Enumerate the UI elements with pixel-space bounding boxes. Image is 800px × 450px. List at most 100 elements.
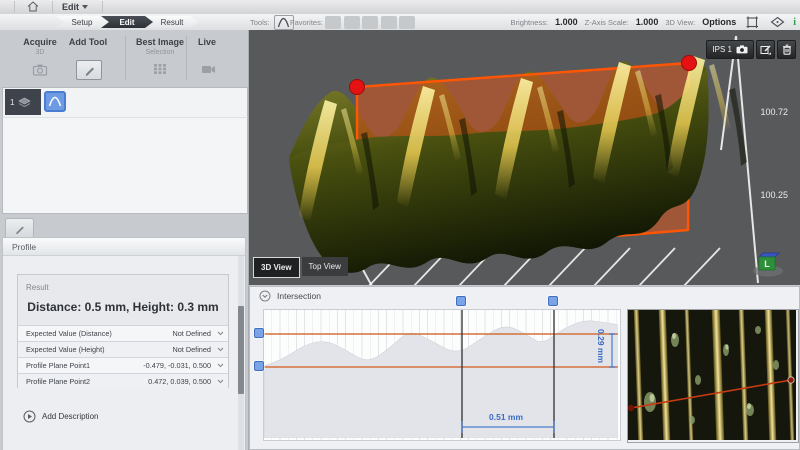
level-handle-bottom[interactable] xyxy=(254,361,264,371)
profile-curve-icon xyxy=(277,17,290,28)
expand-circle-icon xyxy=(23,410,36,423)
favorites-group: Favorites: xyxy=(290,15,415,29)
fit-view-button[interactable] xyxy=(743,15,761,29)
intersection-header[interactable]: Intersection xyxy=(250,287,799,304)
tab-result[interactable]: Result xyxy=(146,16,198,28)
acquire-button[interactable] xyxy=(28,60,52,78)
workflow-tabs: Setup Edit Result xyxy=(56,16,198,28)
view-top-button[interactable]: Top View xyxy=(302,257,348,276)
dataset-item-1[interactable]: 1 xyxy=(5,89,41,115)
crop-frame-icon xyxy=(745,15,759,29)
profile-panel: Profile Result Distance: 0.5 mm, Height:… xyxy=(2,237,246,450)
orientation-cube[interactable]: L xyxy=(748,248,788,283)
brightness-label: Brightness: xyxy=(511,18,549,27)
tab-setup[interactable]: Setup xyxy=(56,16,108,28)
cursor-handle-left[interactable] xyxy=(456,296,466,306)
snapshot-toolbar: IPS 1 xyxy=(706,40,796,59)
best-image-button[interactable] xyxy=(148,60,172,78)
scrollbar-track[interactable] xyxy=(238,256,244,450)
chevron-down-icon[interactable] xyxy=(217,363,224,368)
plane-handle-right[interactable] xyxy=(682,56,697,71)
add-tool-button[interactable] xyxy=(76,60,102,80)
grid-icon xyxy=(153,63,167,75)
level-handle-top[interactable] xyxy=(254,328,264,338)
titlebar: Edit xyxy=(0,0,800,15)
chevron-down-icon xyxy=(82,5,88,9)
plane-handle-left[interactable] xyxy=(350,80,365,95)
dataset-strip: 1 xyxy=(2,87,248,118)
pencil-icon xyxy=(14,223,26,235)
home-button[interactable] xyxy=(22,0,44,13)
profile-parameter-rows: Expected Value (Distance) Not Defined Ex… xyxy=(18,325,228,389)
perspective-view-button[interactable] xyxy=(768,15,786,29)
favorite-slot[interactable] xyxy=(399,16,415,29)
profile-curve-icon xyxy=(48,96,62,107)
row-plane-point1[interactable]: Profile Plane Point1 -0.479, -0.031, 0.5… xyxy=(18,357,228,373)
collapse-circle-icon[interactable] xyxy=(259,290,271,302)
divider xyxy=(186,36,187,80)
view-settings-group: Brightness: 1.000 Z-Axis Scale: 1.000 3D… xyxy=(511,15,796,29)
view3d-options-button[interactable]: Options xyxy=(702,17,736,27)
edit-menu[interactable]: Edit xyxy=(58,1,92,13)
row-expected-distance[interactable]: Expected Value (Distance) Not Defined xyxy=(18,325,228,341)
tab-edit[interactable]: Edit xyxy=(101,16,153,28)
tools-label: Tools: xyxy=(250,18,270,27)
video-camera-icon xyxy=(201,64,216,75)
divider xyxy=(14,1,15,13)
favorite-slot[interactable] xyxy=(381,16,397,29)
profile-endpoint xyxy=(628,405,634,411)
chevron-down-icon[interactable] xyxy=(217,347,224,352)
edit-profile-tab[interactable] xyxy=(5,218,34,238)
left-panel: Acquire 3D Add Tool Best Image Selection… xyxy=(0,30,249,450)
row-plane-point2[interactable]: Profile Plane Point2 0.472, 0.039, 0.500 xyxy=(18,373,228,389)
best-image-subtitle: Selection xyxy=(146,49,175,56)
chevron-down-icon[interactable] xyxy=(217,379,224,384)
snapshot-camera-button[interactable]: IPS 1 xyxy=(706,40,754,59)
acquire-subtitle: 3D xyxy=(36,49,45,56)
best-image-title: Best Image xyxy=(136,37,184,47)
favorite-slot[interactable] xyxy=(344,16,360,29)
tools-group: Tools: xyxy=(250,15,294,29)
profile-tool-selected-button[interactable] xyxy=(44,91,66,112)
live-button[interactable] xyxy=(196,60,220,78)
add-description-button[interactable]: Add Description xyxy=(23,410,98,423)
chevron-down-icon[interactable] xyxy=(217,331,224,336)
favorite-slot[interactable] xyxy=(362,16,378,29)
zaxis-value[interactable]: 1.000 xyxy=(636,17,659,27)
zaxis-label: Z-Axis Scale: xyxy=(585,18,629,27)
home-icon xyxy=(27,1,39,12)
z-axis-tick: 100.25 xyxy=(760,190,788,200)
scene-3d xyxy=(249,30,800,285)
divider xyxy=(102,1,103,13)
dataset-list-area[interactable] xyxy=(2,117,248,214)
view3d-label: 3D View: xyxy=(665,18,695,27)
scrollbar-thumb[interactable] xyxy=(238,306,244,394)
profile-chart-svg xyxy=(264,310,618,438)
favorite-slot[interactable] xyxy=(325,16,341,29)
annotate-button[interactable] xyxy=(756,40,775,59)
distance-value-label: 0.51 mm xyxy=(489,412,523,422)
z-axis-tick: 100.72 xyxy=(760,107,788,117)
layers-icon xyxy=(18,97,31,108)
row-expected-height[interactable]: Expected Value (Height) Not Defined xyxy=(18,341,228,357)
info-icon[interactable]: i xyxy=(793,17,796,28)
delete-button[interactable] xyxy=(777,40,796,59)
camera-image-graphic xyxy=(628,310,796,440)
view-3d-button[interactable]: 3D View xyxy=(253,257,300,278)
view-mode-buttons: 3D View Top View xyxy=(253,257,348,278)
brightness-value[interactable]: 1.000 xyxy=(555,17,578,27)
camera-icon xyxy=(736,45,748,54)
result-box: Result Distance: 0.5 mm, Height: 0.3 mm … xyxy=(17,274,229,388)
result-value: Distance: 0.5 mm, Height: 0.3 mm xyxy=(18,300,228,314)
profile-chart[interactable] xyxy=(263,309,621,441)
cursor-handle-right[interactable] xyxy=(548,296,558,306)
edit-export-icon xyxy=(760,44,771,55)
ribbon-toolbar: Setup Edit Result Tools: Favorites: Brig… xyxy=(0,14,800,31)
divider xyxy=(125,36,126,80)
top-view-camera-image[interactable] xyxy=(627,309,799,443)
camera-icon xyxy=(32,63,48,76)
trash-icon xyxy=(782,44,792,55)
diamond-3d-icon xyxy=(770,16,785,28)
viewport-3d[interactable]: IPS 1 100.72 xyxy=(249,30,800,285)
height-value-label: 0.29 mm xyxy=(596,329,606,363)
